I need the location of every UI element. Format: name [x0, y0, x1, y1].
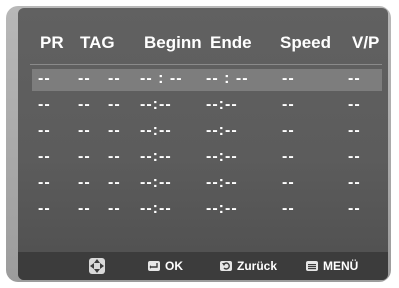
- cell-weekday: --: [108, 70, 121, 87]
- cell-pr: --: [38, 122, 51, 139]
- timer-row-1[interactable]: -- -- -- -- : -- -- : -- -- --: [32, 69, 382, 91]
- cell-ende: -- : --: [206, 70, 249, 87]
- cell-pr: --: [38, 200, 51, 217]
- cell-beginn: -- : --: [140, 70, 183, 87]
- cell-vp: --: [348, 174, 361, 191]
- ok-button[interactable]: OK: [148, 259, 183, 273]
- cell-weekday: --: [108, 200, 121, 217]
- cell-day: --: [78, 122, 91, 139]
- cell-vp: --: [348, 96, 361, 113]
- cell-pr: --: [38, 174, 51, 191]
- cell-beginn: --:--: [140, 200, 172, 217]
- header-beginn: Beginn: [144, 33, 202, 52]
- cell-vp: --: [348, 200, 361, 217]
- cell-day: --: [78, 174, 91, 191]
- cell-weekday: --: [108, 148, 121, 165]
- header-tag: TAG: [80, 33, 115, 52]
- back-label: Zurück: [237, 259, 278, 273]
- cell-vp: --: [348, 122, 361, 139]
- cell-pr: --: [38, 148, 51, 165]
- header-divider: [30, 64, 382, 65]
- timer-row-4[interactable]: -- -- -- --:-- --:-- -- --: [32, 147, 382, 169]
- cell-speed: --: [282, 148, 295, 165]
- cell-speed: --: [282, 70, 295, 87]
- cell-vp: --: [348, 70, 361, 87]
- ok-label: OK: [165, 259, 183, 273]
- header-vp: V/P: [352, 33, 380, 52]
- timer-row-6[interactable]: -- -- -- --:-- --:-- -- --: [32, 199, 382, 221]
- cell-day: --: [78, 200, 91, 217]
- cell-speed: --: [282, 122, 295, 139]
- enter-icon: [148, 261, 160, 271]
- cell-weekday: --: [108, 122, 121, 139]
- cell-beginn: --:--: [140, 148, 172, 165]
- cell-day: --: [78, 96, 91, 113]
- cell-beginn: --:--: [140, 122, 172, 139]
- cell-speed: --: [282, 200, 295, 217]
- header-ende: Ende: [210, 33, 252, 52]
- cell-ende: --:--: [206, 122, 238, 139]
- cell-ende: --:--: [206, 174, 238, 191]
- menu-icon: [306, 261, 318, 271]
- cell-weekday: --: [108, 174, 121, 191]
- timer-row-2[interactable]: -- -- -- --:-- --:-- -- --: [32, 95, 382, 117]
- cell-vp: --: [348, 148, 361, 165]
- header-speed: Speed: [280, 33, 332, 52]
- cell-ende: --:--: [206, 96, 238, 113]
- column-header: PR TAG Beginn Ende Speed V/P: [18, 28, 388, 58]
- cell-day: --: [78, 70, 91, 87]
- menu-label: MENÜ: [323, 259, 359, 273]
- timer-screen: PR TAG Beginn Ende Speed V/P -- -- -- --…: [18, 8, 388, 280]
- cell-speed: --: [282, 174, 295, 191]
- menu-button[interactable]: MENÜ: [306, 259, 358, 273]
- cell-ende: --:--: [206, 200, 238, 217]
- cell-beginn: --:--: [140, 96, 172, 113]
- cell-speed: --: [282, 96, 295, 113]
- cell-pr: --: [38, 70, 51, 87]
- header-pr: PR: [40, 33, 64, 52]
- cell-weekday: --: [108, 96, 121, 113]
- back-button[interactable]: Zurück: [220, 259, 277, 273]
- dpad-icon[interactable]: [86, 255, 108, 277]
- return-icon: [220, 261, 232, 271]
- cell-day: --: [78, 148, 91, 165]
- timer-row-3[interactable]: -- -- -- --:-- --:-- -- --: [32, 121, 382, 143]
- cell-pr: --: [38, 96, 51, 113]
- cell-beginn: --:--: [140, 174, 172, 191]
- timer-row-5[interactable]: -- -- -- --:-- --:-- -- --: [32, 173, 382, 195]
- cell-ende: --:--: [206, 148, 238, 165]
- button-guide-bar: OK Zurück MENÜ: [18, 252, 388, 280]
